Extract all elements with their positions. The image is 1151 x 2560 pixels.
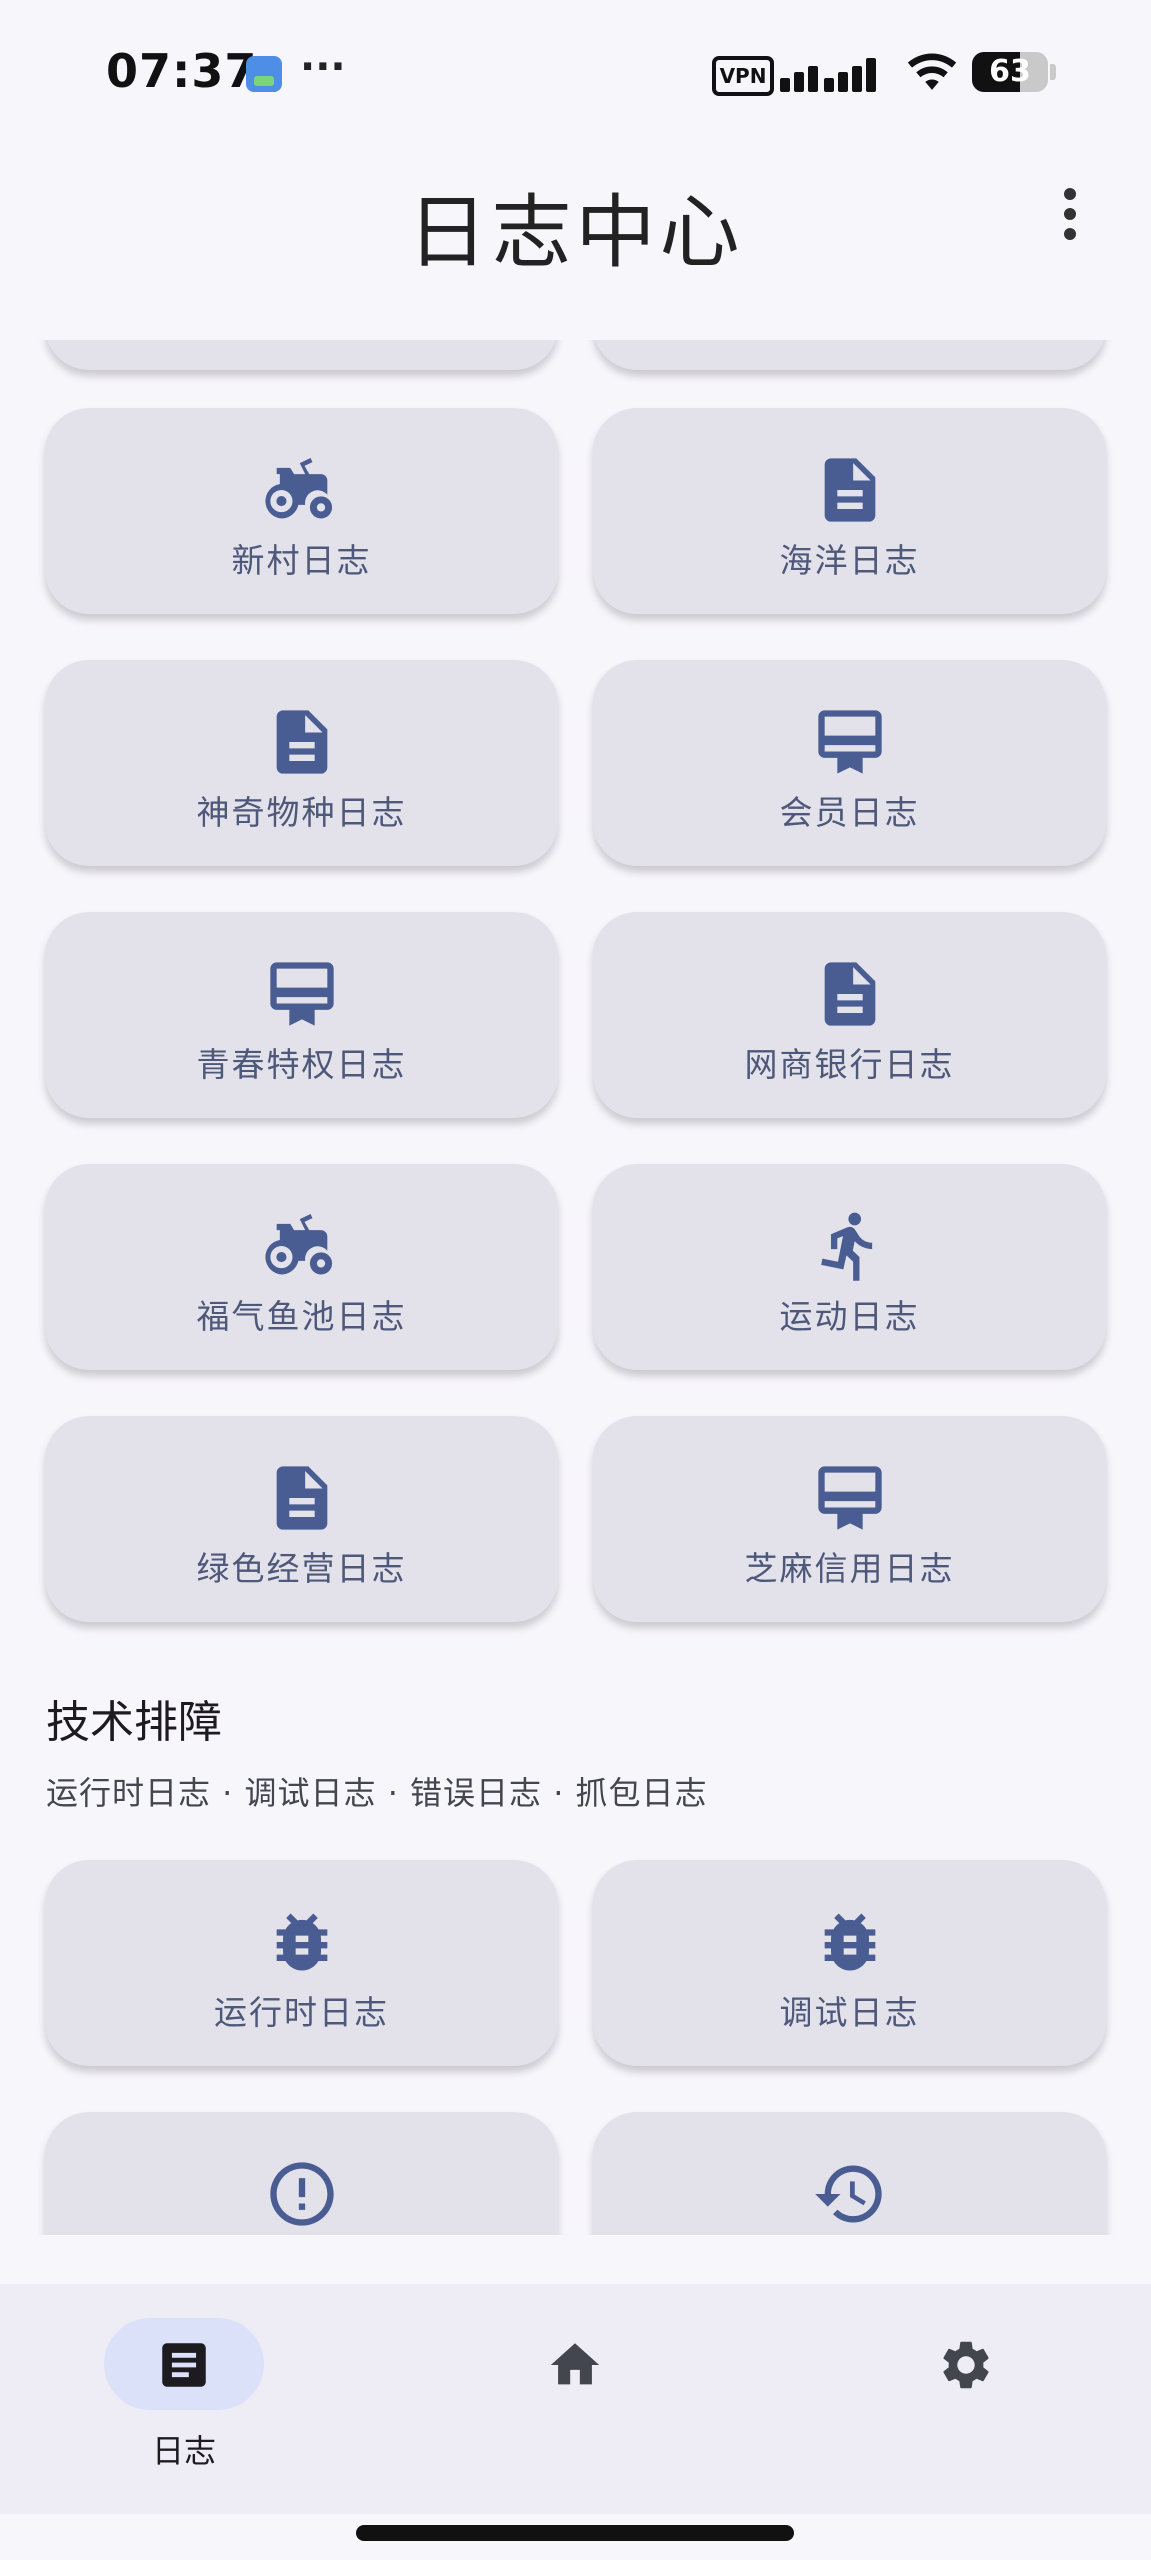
gear-icon — [943, 2341, 989, 2389]
bug-icon — [812, 1904, 888, 1980]
section-title: 技术排障 — [46, 1697, 222, 1748]
log-card[interactable]: 运动日志 — [593, 1164, 1106, 1370]
partial-cards-row — [45, 340, 1106, 370]
log-card-label: 调试日志 — [779, 1993, 920, 2032]
document-icon — [264, 704, 340, 780]
log-card[interactable] — [45, 2112, 558, 2235]
partial-card[interactable] — [45, 340, 558, 370]
nav-item-label: 日志 — [151, 2432, 216, 2470]
history-icon — [812, 2156, 888, 2232]
more-notifications-icon: ··· — [300, 44, 346, 90]
log-card-label: 网商银行日志 — [744, 1045, 955, 1084]
log-card-label: 青春特权日志 — [196, 1045, 407, 1084]
log-card-label: 运动日志 — [779, 1297, 920, 1336]
log-card-label: 绿色经营日志 — [196, 1549, 407, 1588]
log-card[interactable]: 海洋日志 — [593, 408, 1106, 614]
error-icon — [264, 2156, 340, 2232]
nav-item-home[interactable] — [425, 2284, 725, 2514]
cellular-signal-icon — [780, 58, 876, 92]
log-card-label: 运行时日志 — [214, 1993, 389, 2032]
log-card[interactable]: 神奇物种日志 — [45, 660, 558, 866]
log-card[interactable]: 网商银行日志 — [593, 912, 1106, 1118]
wifi-icon — [907, 53, 957, 90]
home-indicator[interactable] — [356, 2525, 794, 2541]
battery-icon: 63 — [972, 52, 1048, 92]
nav-item-logs[interactable]: 日志 — [34, 2284, 334, 2514]
gallery-notification-icon — [246, 56, 282, 92]
log-card[interactable]: 新村日志 — [45, 408, 558, 614]
log-card[interactable]: 芝麻信用日志 — [593, 1416, 1106, 1622]
bottom-navigation: 日志 — [0, 2284, 1151, 2514]
home-icon — [550, 2343, 600, 2385]
status-bar: 07:37 ··· VPN 63 — [0, 0, 1151, 140]
log-card[interactable]: 绿色经营日志 — [45, 1416, 558, 1622]
log-card-label: 神奇物种日志 — [196, 793, 407, 832]
log-card-label: 会员日志 — [779, 793, 920, 832]
nav-item-settings[interactable] — [816, 2284, 1116, 2514]
tractor-icon — [264, 1208, 340, 1284]
document-icon — [264, 1460, 340, 1536]
log-card-grid: 新村日志 海洋日志神奇物种日志 会员日志青春特权日志 网商银行日志福气鱼池日志 运动日志… — [45, 408, 1106, 1622]
log-content-scroll[interactable]: 新村日志 海洋日志神奇物种日志 会员日志青春特权日志 网商银行日志福气鱼池日志 运动日志… — [0, 340, 1151, 2235]
log-card-label: 芝麻信用日志 — [744, 1549, 955, 1588]
card-membership-icon — [264, 956, 340, 1032]
run-icon — [812, 1208, 888, 1284]
battery-level-text: 63 — [989, 54, 1031, 89]
card-membership-icon — [812, 1460, 888, 1536]
log-card[interactable]: 会员日志 — [593, 660, 1106, 866]
partial-card[interactable] — [593, 340, 1106, 370]
page-title: 日志中心 — [407, 186, 744, 279]
document-icon — [812, 956, 888, 1032]
log-card-label: 海洋日志 — [779, 541, 920, 580]
tech-card-grid: 运行时日志 调试日志 — [45, 1860, 1106, 2235]
log-card[interactable]: 福气鱼池日志 — [45, 1164, 558, 1370]
log-card-label: 福气鱼池日志 — [196, 1297, 407, 1336]
bug-icon — [264, 1904, 340, 1980]
card-membership-icon — [812, 704, 888, 780]
log-card[interactable]: 调试日志 — [593, 1860, 1106, 2066]
log-card[interactable] — [593, 2112, 1106, 2235]
log-card-label: 新村日志 — [231, 541, 372, 580]
tractor-icon — [264, 452, 340, 528]
status-time: 07:37 — [106, 44, 258, 98]
article-icon — [162, 2343, 206, 2387]
log-card[interactable]: 运行时日志 — [45, 1860, 558, 2066]
vpn-icon: VPN — [712, 56, 774, 96]
log-card[interactable]: 青春特权日志 — [45, 912, 558, 1118]
more-vert-icon[interactable] — [1050, 182, 1090, 246]
section-subtitle: 运行时日志 · 调试日志 · 错误日志 · 抓包日志 — [46, 1774, 708, 1812]
document-icon — [812, 452, 888, 528]
battery-tip — [1050, 64, 1056, 80]
